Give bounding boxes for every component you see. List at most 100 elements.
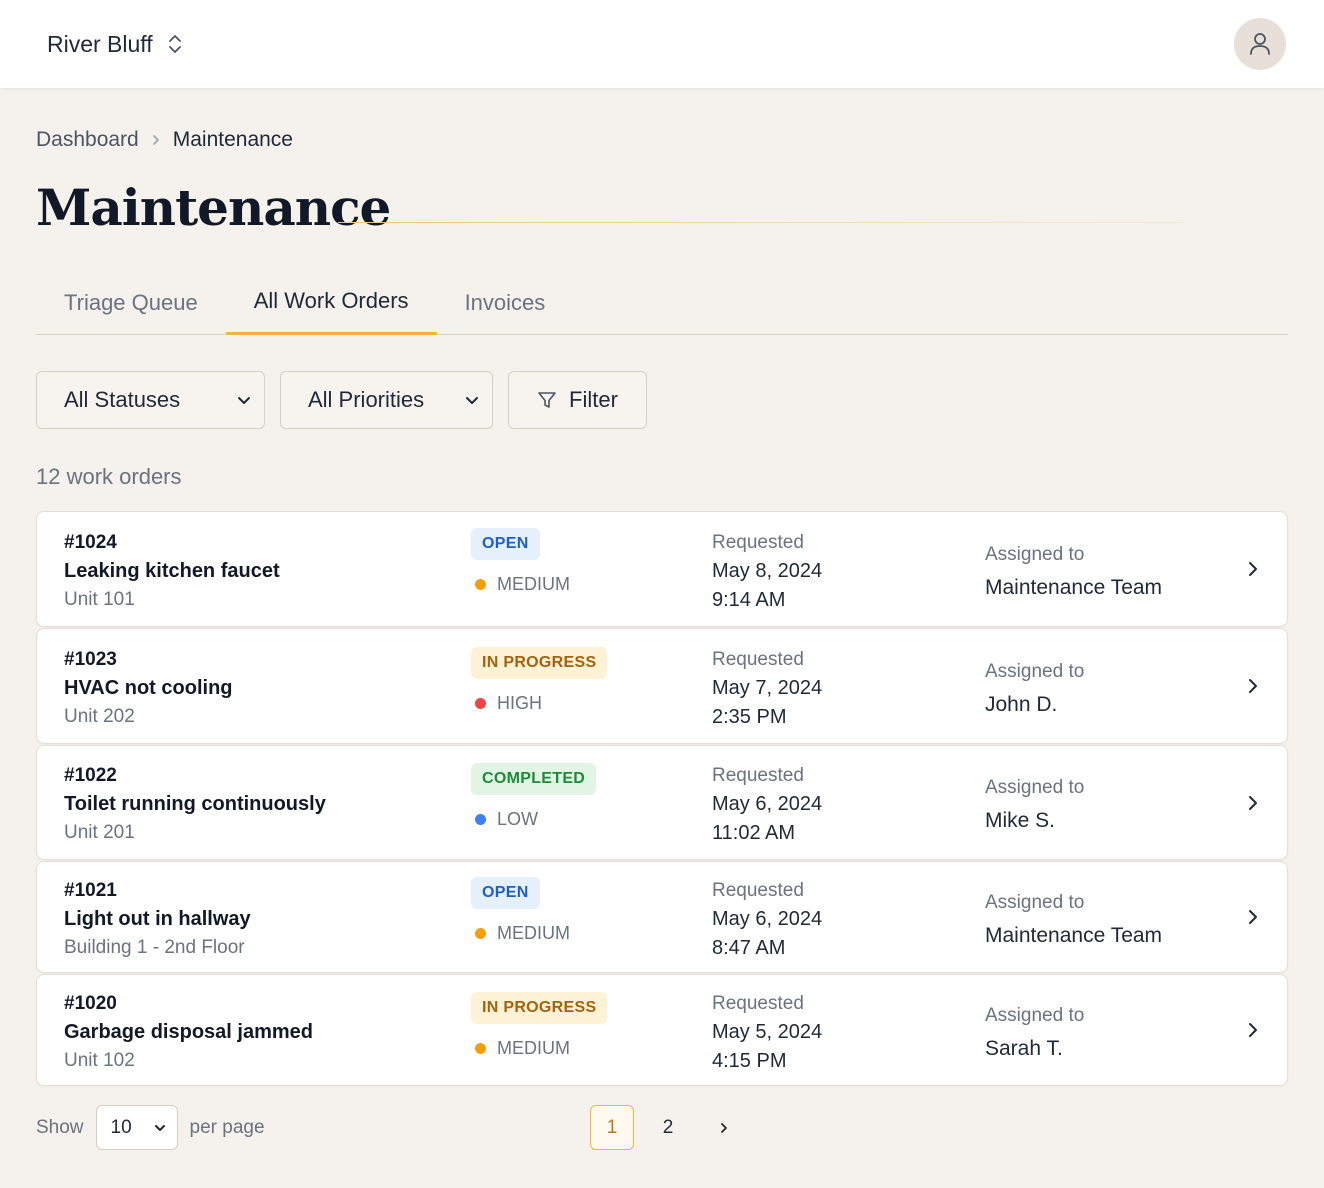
work-order-id: #1023 <box>64 649 117 670</box>
requested-date: May 8, 2024 <box>712 560 823 582</box>
chevron-right-icon[interactable] <box>1247 794 1259 812</box>
next-page-button[interactable] <box>702 1105 746 1150</box>
priority-dot <box>475 928 486 939</box>
page-size-select[interactable]: 10 <box>95 1105 178 1150</box>
work-order-summary: #1024 Leaking kitchen faucet Unit 101 <box>64 532 280 611</box>
title-divider <box>338 222 1184 223</box>
priority-label: MEDIUM <box>497 1038 570 1058</box>
requested-label: Requested <box>712 765 804 786</box>
page-button-2[interactable]: 2 <box>646 1105 690 1150</box>
filter-bar: All Statuses All Priorities Filter <box>36 371 647 429</box>
work-order-count: 12 work orders <box>36 464 182 489</box>
assignee-name: Maintenance Team <box>985 924 1163 947</box>
tab-all-work-orders[interactable]: All Work Orders <box>225 274 437 335</box>
work-order-row[interactable]: #1020 Garbage disposal jammed Unit 102 I… <box>36 974 1288 1086</box>
work-order-row[interactable]: #1024 Leaking kitchen faucet Unit 101 OP… <box>36 511 1288 627</box>
assignee-name: John D. <box>985 693 1058 716</box>
priority-select[interactable]: All Priorities <box>280 371 493 429</box>
page-button-1[interactable]: 1 <box>590 1105 634 1150</box>
priority-indicator: MEDIUM <box>471 923 570 944</box>
work-order-status: COMPLETED LOW <box>471 763 597 830</box>
assignee-name: Mike S. <box>985 809 1056 832</box>
chevron-down-icon <box>238 397 250 404</box>
work-order-title: Light out in hallway <box>64 908 251 930</box>
per-page-label: per page <box>189 1116 265 1138</box>
requested-label: Requested <box>712 993 804 1014</box>
assignee-info: Assigned to Maintenance Team <box>985 892 1162 948</box>
work-order-location: Unit 202 <box>64 706 135 727</box>
priority-dot <box>475 698 486 709</box>
requested-date: May 5, 2024 <box>712 1021 823 1043</box>
assigned-label: Assigned to <box>985 892 1085 913</box>
work-order-summary: #1022 Toilet running continuously Unit 2… <box>64 765 326 844</box>
requested-label: Requested <box>712 649 804 670</box>
breadcrumb: Dashboard Maintenance <box>36 128 293 152</box>
status-select[interactable]: All Statuses <box>36 371 265 429</box>
chevron-right-icon[interactable] <box>1247 1021 1259 1039</box>
requested-label: Requested <box>712 880 804 901</box>
priority-indicator: MEDIUM <box>471 574 570 595</box>
requested-time: 11:02 AM <box>712 822 796 844</box>
priority-dot <box>475 579 486 590</box>
funnel-icon <box>538 392 556 408</box>
pagination: 1 2 <box>590 1105 746 1150</box>
chevron-down-icon <box>154 1124 165 1131</box>
requested-date: May 6, 2024 <box>712 908 823 930</box>
top-bar: River Bluff <box>0 0 1324 88</box>
status-select-value: All Statuses <box>64 387 181 412</box>
priority-indicator: LOW <box>471 809 596 830</box>
priority-label: LOW <box>497 809 539 829</box>
priority-indicator: MEDIUM <box>471 1038 607 1059</box>
priority-label: HIGH <box>497 693 542 713</box>
requested-info: Requested May 6, 2024 11:02 AM <box>712 765 822 845</box>
assignee-name: Maintenance Team <box>985 576 1163 599</box>
priority-dot <box>475 1043 486 1054</box>
status-badge: OPEN <box>471 877 540 909</box>
priority-label: MEDIUM <box>497 923 570 943</box>
requested-time: 2:35 PM <box>712 706 787 728</box>
assignee-name: Sarah T. <box>985 1037 1063 1060</box>
chevron-right-icon[interactable] <box>1247 677 1259 695</box>
requested-time: 4:15 PM <box>712 1050 787 1072</box>
work-order-row[interactable]: #1021 Light out in hallway Building 1 - … <box>36 861 1288 973</box>
assignee-info: Assigned to Maintenance Team <box>985 544 1162 600</box>
assigned-label: Assigned to <box>985 1005 1085 1026</box>
assignee-info: Assigned to Sarah T. <box>985 1005 1084 1061</box>
assignee-info: Assigned to John D. <box>985 661 1084 717</box>
property-name: River Bluff <box>47 30 153 57</box>
work-order-title: Leaking kitchen faucet <box>64 560 280 582</box>
work-order-status: IN PROGRESS HIGH <box>471 647 608 714</box>
requested-info: Requested May 7, 2024 2:35 PM <box>712 649 822 729</box>
chevron-right-icon[interactable] <box>1247 560 1259 578</box>
work-order-summary: #1023 HVAC not cooling Unit 202 <box>64 649 233 728</box>
page-title: Maintenance <box>36 178 391 237</box>
work-order-location: Building 1 - 2nd Floor <box>64 937 245 958</box>
property-switcher[interactable]: River Bluff <box>47 31 183 58</box>
filter-button[interactable]: Filter <box>508 371 647 429</box>
work-order-location: Unit 102 <box>64 1050 135 1071</box>
work-order-row[interactable]: #1022 Toilet running continuously Unit 2… <box>36 745 1288 860</box>
tab-triage-queue[interactable]: Triage Queue <box>36 274 226 335</box>
chevron-right-icon[interactable] <box>1247 908 1259 926</box>
requested-label: Requested <box>712 532 804 553</box>
page-size-control: Show 10 per page <box>36 1105 265 1150</box>
breadcrumb-dashboard-link[interactable]: Dashboard <box>36 128 139 152</box>
status-badge: IN PROGRESS <box>471 647 608 679</box>
tab-invoices[interactable]: Invoices <box>437 274 574 335</box>
assigned-label: Assigned to <box>985 544 1085 565</box>
tab-bar: Triage Queue All Work Orders Invoices <box>36 274 1288 335</box>
work-order-status: IN PROGRESS MEDIUM <box>471 992 608 1059</box>
work-order-title: HVAC not cooling <box>64 677 233 699</box>
status-badge: IN PROGRESS <box>471 992 608 1024</box>
requested-info: Requested May 6, 2024 8:47 AM <box>712 880 822 960</box>
requested-info: Requested May 8, 2024 9:14 AM <box>712 532 822 612</box>
status-badge: OPEN <box>471 528 540 560</box>
work-order-status: OPEN MEDIUM <box>471 877 570 944</box>
user-avatar-button[interactable] <box>1234 18 1286 70</box>
requested-info: Requested May 5, 2024 4:15 PM <box>712 993 822 1073</box>
chevron-right-icon <box>721 1122 727 1133</box>
work-order-summary: #1020 Garbage disposal jammed Unit 102 <box>64 993 313 1072</box>
work-order-location: Unit 101 <box>64 589 135 610</box>
work-order-row[interactable]: #1023 HVAC not cooling Unit 202 IN PROGR… <box>36 628 1288 744</box>
assignee-info: Assigned to Mike S. <box>985 777 1084 833</box>
